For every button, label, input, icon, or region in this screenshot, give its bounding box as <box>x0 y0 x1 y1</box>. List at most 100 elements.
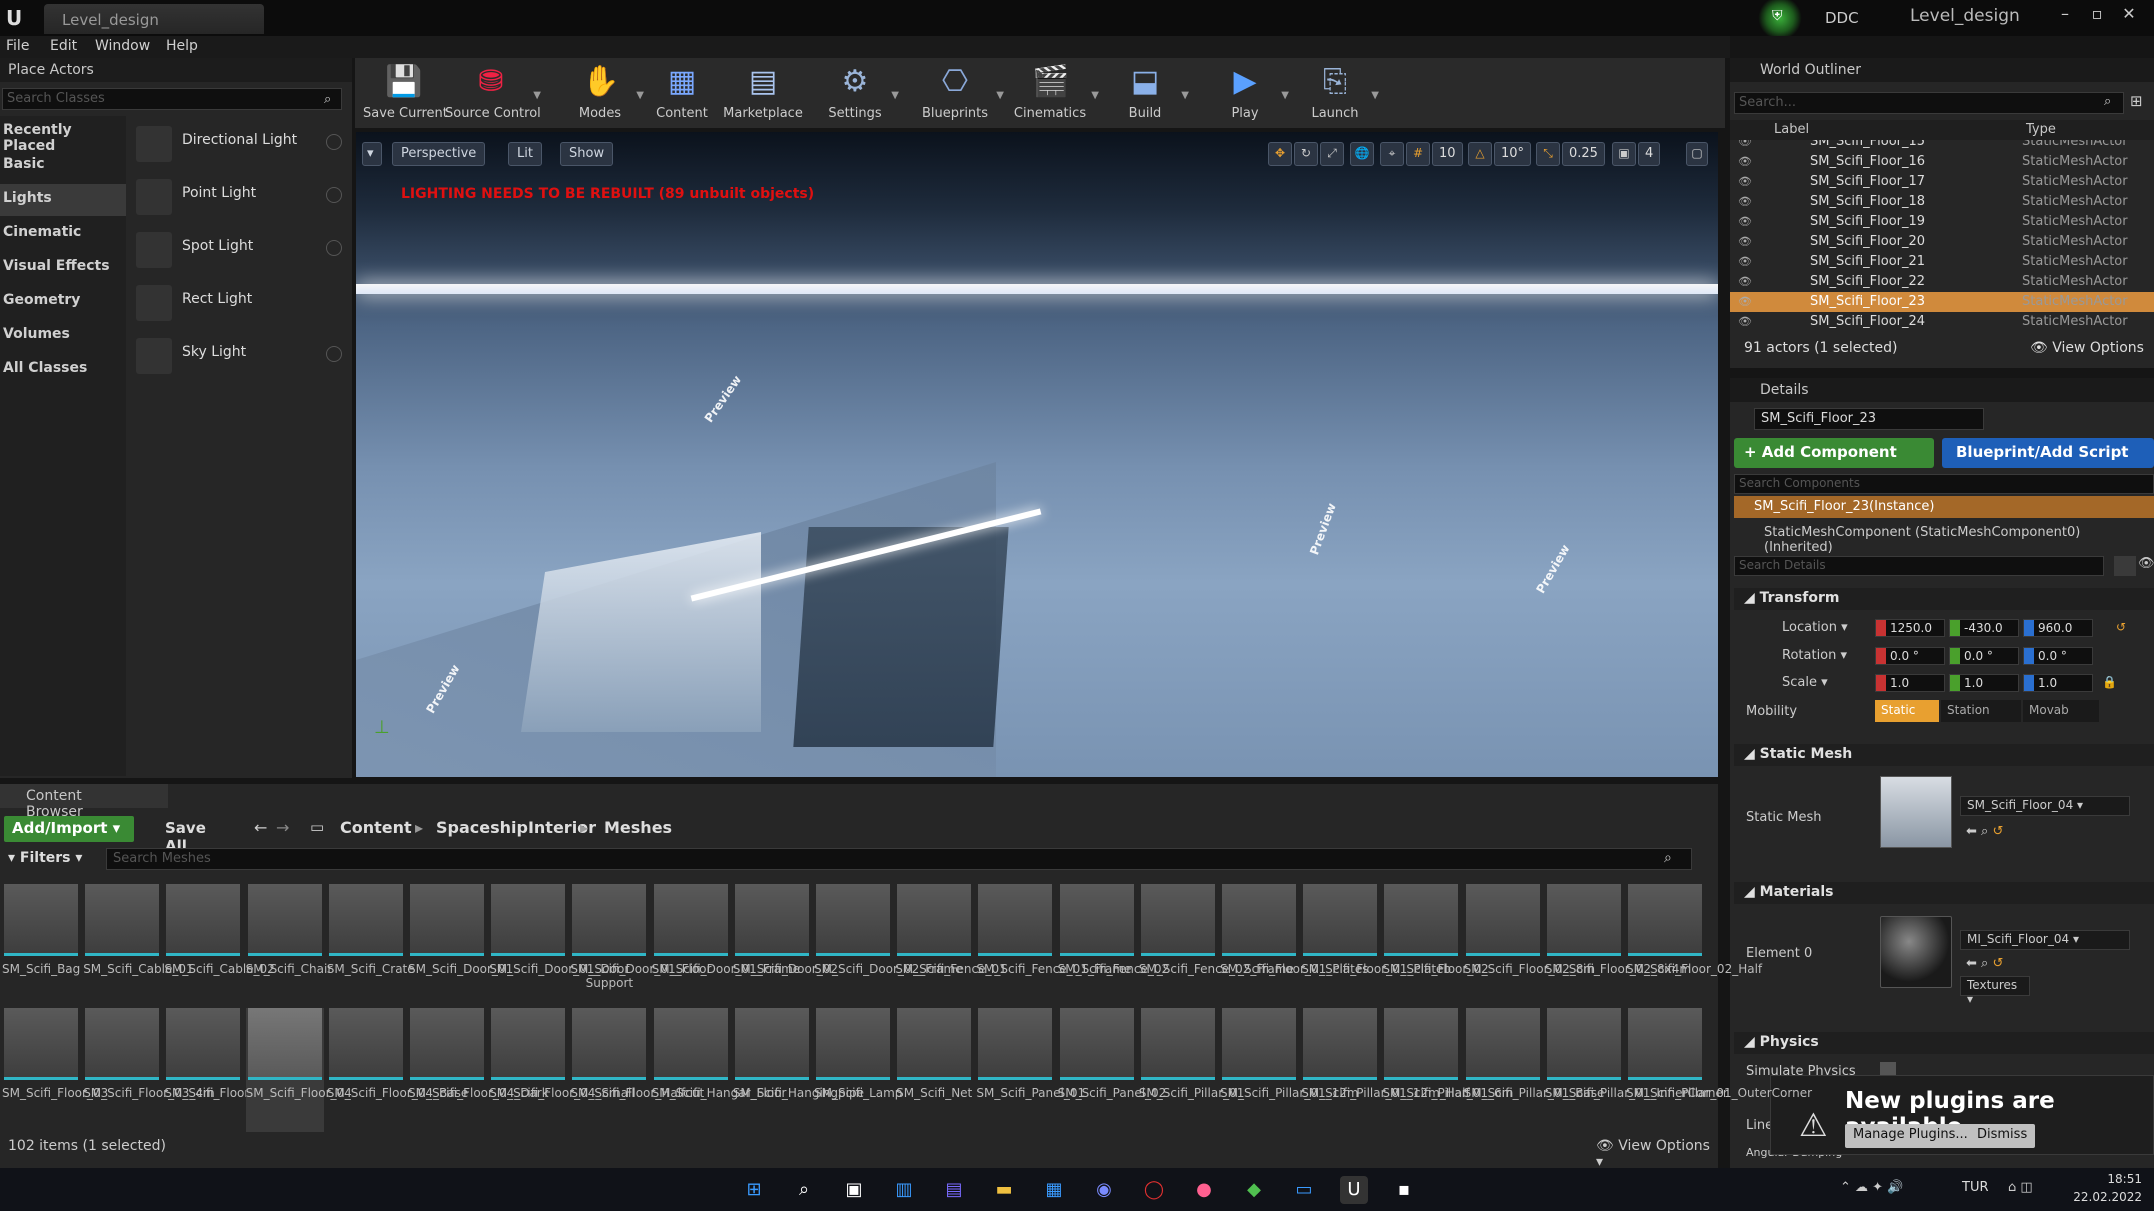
language-indicator[interactable]: TUR <box>1962 1180 1989 1195</box>
visibility-eye-icon[interactable]: 👁 <box>1738 195 1752 209</box>
asset-tile[interactable]: SM_Scifi_Pillar_01_12m_Half <box>1301 1008 1470 1132</box>
asset-tile[interactable]: SM_Scifi_Hangingpipe <box>733 1008 864 1132</box>
search-components-input[interactable]: Search Components <box>1734 474 2154 494</box>
world-local-icon[interactable]: 🌐 <box>1350 142 1374 166</box>
visibility-eye-icon[interactable]: 👁 <box>1738 155 1752 169</box>
info-icon[interactable] <box>326 134 342 150</box>
app-icon[interactable]: ● <box>1190 1176 1218 1204</box>
rotation-z[interactable]: 0.0 ° <box>2023 647 2093 665</box>
app-icon[interactable]: ▪ <box>1390 1176 1418 1204</box>
asset-tile[interactable]: SM_Scifi_Fence_01_Frame <box>976 884 1131 1008</box>
physics-section[interactable]: ◢ Physics <box>1734 1032 2154 1054</box>
property-matrix-icon[interactable] <box>2114 556 2136 576</box>
reset-icon[interactable]: ↺ <box>2116 620 2126 634</box>
search-icon[interactable]: ⌕ <box>790 1176 818 1204</box>
rotation-snap-icon[interactable]: △ <box>1468 142 1492 166</box>
info-icon[interactable] <box>326 346 342 362</box>
visibility-eye-icon[interactable]: 👁 <box>1738 235 1752 249</box>
category-visual-effects[interactable]: Visual Effects <box>0 252 126 284</box>
filters-button[interactable]: ▾ Filters ▾ <box>0 848 100 870</box>
lock-icon[interactable]: 🔒 <box>2102 675 2117 689</box>
build-button[interactable]: ⬓ Build ▼ <box>1105 60 1189 126</box>
static-mesh-section[interactable]: ◢ Static Mesh <box>1734 744 2154 766</box>
opera-icon[interactable]: ◯ <box>1140 1176 1168 1204</box>
source-control-button[interactable]: ⛃ Source Control ▼ <box>445 60 541 126</box>
add-component-button[interactable]: + Add Component <box>1734 438 1934 468</box>
asset-tile[interactable]: SM_Scifi_Net <box>895 1008 973 1132</box>
column-label[interactable]: Label <box>1774 122 1809 137</box>
settings-button[interactable]: ⚙ Settings ▼ <box>815 60 899 126</box>
minimize-button[interactable]: – <box>2050 4 2080 26</box>
save-current-button[interactable]: 💾 Save Current <box>363 60 448 126</box>
breadcrumb-meshes[interactable]: Meshes <box>604 818 672 837</box>
content-browser-tab[interactable]: Content Browser <box>0 784 168 820</box>
asset-tile[interactable]: SM_Scifi_Floor_04_Dark <box>408 1008 549 1132</box>
rotation-x[interactable]: 0.0 ° <box>1875 647 1945 665</box>
show-button[interactable]: Show <box>560 142 614 166</box>
rotation-label[interactable]: Rotation ▾ <box>1782 648 1847 663</box>
asset-tile[interactable]: SM_Scifi_Panel_02 <box>1058 1008 1166 1132</box>
actor-rect-light[interactable]: Rect Light <box>134 277 346 325</box>
content-button[interactable]: ▦ Content <box>642 60 722 126</box>
asset-tile[interactable]: SM_Scifi_Hangar_Floor <box>652 1008 786 1132</box>
location-label[interactable]: Location ▾ <box>1782 620 1848 635</box>
breadcrumb-spaceshipinterior[interactable]: SpaceshipInterior <box>436 818 596 837</box>
category-geometry[interactable]: Geometry <box>0 286 126 318</box>
file-explorer-icon[interactable]: ▬ <box>990 1176 1018 1204</box>
asset-tile[interactable]: SM_Scifi_Bag <box>2 884 80 1008</box>
scale-x[interactable]: 1.0 <box>1875 674 1945 692</box>
blueprints-button[interactable]: ⎔ Blueprints ▼ <box>910 60 1004 126</box>
asset-tile[interactable]: SM_Scifi_Floor_03_4m <box>83 1008 215 1132</box>
outliner-row[interactable]: 👁 SM_Scifi_Floor_24 StaticMeshActor <box>1730 312 2154 330</box>
eye-icon[interactable]: 👁 <box>2138 556 2154 571</box>
outliner-row[interactable]: 👁 SM_Scifi_Floor_23 StaticMeshActor <box>1730 292 2154 312</box>
search-details-input[interactable]: Search Details <box>1734 556 2104 576</box>
actor-sky-light[interactable]: Sky Light <box>134 330 346 378</box>
asset-tile[interactable]: SM_Scifi_Cable_02 <box>164 884 275 1008</box>
asset-tile[interactable]: SM_Scifi_Floor_04 <box>245 1008 352 1132</box>
asset-tile[interactable]: SM_Scifi_Pillar_01_OuterCorner <box>1626 1008 1812 1132</box>
grid-snap-value[interactable]: 10 <box>1432 142 1463 166</box>
static-mesh-component-row[interactable]: StaticMeshComponent (StaticMeshComponent… <box>1734 522 2154 555</box>
asset-tile[interactable]: SM_Scifi_Door_01_Door <box>489 884 629 1008</box>
outliner-row[interactable]: 👁 SM_Scifi_Floor_17 StaticMeshActor <box>1730 172 2154 192</box>
asset-tile[interactable]: SM_Scifi_Floor_04_Base <box>327 1008 468 1132</box>
asset-tile[interactable]: SM_Scifi_Pillar_01_Base <box>1464 1008 1604 1132</box>
category-cinematic[interactable]: Cinematic <box>0 218 126 250</box>
material-thumbnail[interactable] <box>1880 916 1952 988</box>
mobility-movable[interactable]: Movab <box>2023 700 2099 722</box>
asset-tile[interactable]: SM_Scifi_Fence_02_Frame <box>1139 884 1294 1008</box>
visibility-eye-icon[interactable]: 👁 <box>1738 215 1752 229</box>
tray-icons[interactable]: ⌃ ☁ ✦ 🔊 <box>1840 1180 1903 1195</box>
view-options-button[interactable]: 👁 View Options ▾ <box>1596 1138 1718 1170</box>
visibility-eye-icon[interactable]: 👁 <box>1738 175 1752 189</box>
level-viewport[interactable]: ▾ Perspective Lit Show LIGHTING NEEDS TO… <box>356 132 1718 777</box>
asset-tile[interactable]: SM_Scifi_Pillar_01_12m <box>1220 1008 1359 1132</box>
back-arrow-icon[interactable]: ← <box>254 818 267 837</box>
mobility-stationary[interactable]: Station <box>1941 700 2021 722</box>
rotation-y[interactable]: 0.0 ° <box>1949 647 2019 665</box>
asset-tile[interactable]: SM_Scifi_Fence_01 <box>895 884 1007 1008</box>
task-view-icon[interactable]: ▣ <box>840 1176 868 1204</box>
breadcrumb-content[interactable]: Content <box>340 818 412 837</box>
start-icon[interactable]: ⊞ <box>740 1176 768 1204</box>
zoom-icon[interactable]: ▭ <box>1290 1176 1318 1204</box>
dismiss-button[interactable]: Dismiss <box>1969 1124 2036 1148</box>
add-folder-icon[interactable]: ⊞ <box>2130 92 2143 110</box>
maximize-button[interactable]: ▫ <box>2082 4 2112 26</box>
asset-tile[interactable]: SM_Scifi_Floor_02 <box>1382 884 1489 1008</box>
camera-speed-icon[interactable]: ▣ <box>1612 142 1636 166</box>
asset-tile[interactable]: SM_Scifi_Pillar_01 <box>1139 1008 1244 1132</box>
network-icon[interactable]: ⌂ ◫ <box>2008 1180 2033 1195</box>
clock[interactable]: 18:51 22.02.2022 <box>2070 1170 2142 1206</box>
category-volumes[interactable]: Volumes <box>0 320 126 352</box>
view-options-button[interactable]: 👁 View Options <box>2030 340 2144 356</box>
grid-snap-icon[interactable]: # <box>1406 142 1430 166</box>
search-classes-input[interactable]: Search Classes <box>2 88 342 110</box>
static-mesh-thumbnail[interactable] <box>1880 776 1952 848</box>
asset-tile[interactable]: SM_Scifi_Floor_02_Half <box>1626 884 1762 1008</box>
discord-icon[interactable]: ◉ <box>1090 1176 1118 1204</box>
widgets-icon[interactable]: ▥ <box>890 1176 918 1204</box>
use-selected-icon[interactable]: ⬅ ⌕ ↺ <box>1966 956 2003 971</box>
outliner-row[interactable]: 👁 SM_Scifi_Floor_21 StaticMeshActor <box>1730 252 2154 272</box>
